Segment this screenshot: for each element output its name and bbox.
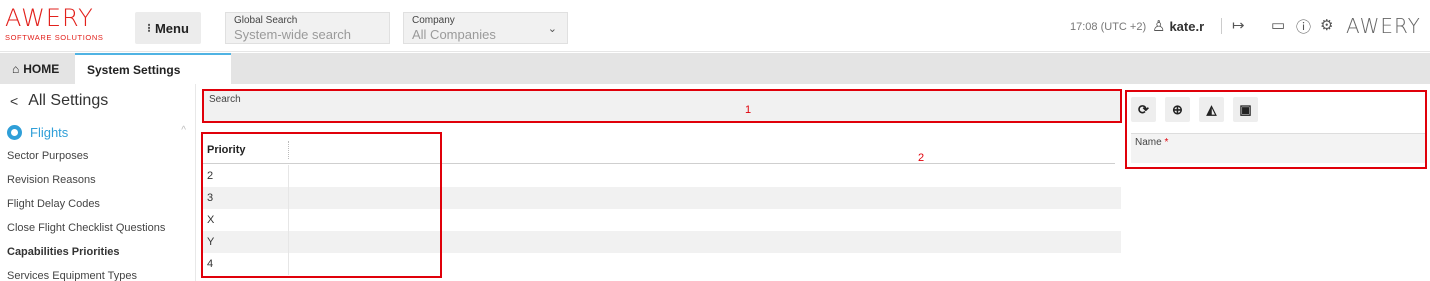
chevron-up-icon[interactable]: ^ bbox=[181, 125, 186, 136]
add-button[interactable]: ⊕ bbox=[1165, 97, 1190, 122]
annotation-box-2 bbox=[201, 132, 442, 278]
logo-subtitle: SOFTWARE SOLUTIONS bbox=[5, 33, 104, 42]
refresh-button[interactable]: ⟳ bbox=[1131, 97, 1156, 122]
eraser-icon: ◭ bbox=[1206, 101, 1217, 117]
header-divider bbox=[1221, 18, 1222, 34]
annotation-1: 1 bbox=[745, 104, 752, 116]
user-icon: ♙ bbox=[1152, 18, 1166, 35]
tab-home-label: HOME bbox=[23, 61, 60, 76]
awery-logo[interactable]: AWERY SOFTWARE SOLUTIONS bbox=[5, 6, 125, 48]
tab-system-settings-label: System Settings bbox=[87, 62, 181, 77]
name-field[interactable]: Name * bbox=[1131, 133, 1425, 163]
gear-icon[interactable]: ⚙ bbox=[1320, 16, 1333, 34]
save-button[interactable]: ▣ bbox=[1233, 97, 1258, 122]
tab-bar: ⌂ HOME System Settings bbox=[0, 53, 1430, 84]
flights-icon bbox=[7, 124, 22, 140]
logout-icon[interactable]: ↦ bbox=[1232, 16, 1245, 34]
refresh-icon: ⟳ bbox=[1138, 101, 1149, 117]
clock-time: 17:08 (UTC +2) bbox=[1070, 21, 1147, 33]
app-header: AWERY SOFTWARE SOLUTIONS ⁝ Menu Global S… bbox=[0, 0, 1430, 52]
clear-button[interactable]: ◭ bbox=[1199, 97, 1224, 122]
sidebar-group-flights[interactable]: Flights ^ bbox=[7, 122, 192, 142]
menu-button[interactable]: ⁝ Menu bbox=[135, 12, 201, 44]
sidebar-item-capabilities-priorities[interactable]: Capabilities Priorities bbox=[7, 246, 192, 258]
home-icon: ⌂ bbox=[12, 61, 20, 76]
back-to-all-settings[interactable]: < All Settings bbox=[10, 92, 108, 110]
company-select[interactable]: Company All Companies ⌄ bbox=[403, 12, 568, 44]
back-label: All Settings bbox=[28, 92, 109, 109]
username: kate.r bbox=[1169, 18, 1205, 34]
chat-icon[interactable]: ▭ bbox=[1271, 16, 1285, 34]
chevron-down-icon: ⌄ bbox=[547, 23, 557, 35]
name-label: Name * bbox=[1135, 137, 1168, 148]
group-label: Flights bbox=[30, 124, 69, 140]
sidebar-item-sector-purposes[interactable]: Sector Purposes bbox=[7, 150, 192, 162]
sidebar-item-flight-delay-codes[interactable]: Flight Delay Codes bbox=[7, 198, 192, 210]
tab-home[interactable]: ⌂ HOME bbox=[0, 53, 75, 84]
search-field[interactable]: Search bbox=[202, 89, 1122, 123]
edit-form-panel: ⟳ ⊕ ◭ ▣ Name * bbox=[1125, 90, 1427, 169]
company-value: All Companies bbox=[412, 27, 496, 42]
settings-sidebar: < All Settings Flights ^ Sector Purposes… bbox=[0, 84, 196, 281]
save-icon: ▣ bbox=[1239, 101, 1252, 117]
company-label: Company bbox=[412, 15, 455, 26]
sidebar-item-services-equipment-types[interactable]: Services Equipment Types bbox=[7, 270, 192, 281]
required-mark: * bbox=[1164, 137, 1169, 148]
name-label-text: Name bbox=[1135, 137, 1162, 148]
add-icon: ⊕ bbox=[1172, 101, 1183, 117]
sidebar-item-revision-reasons[interactable]: Revision Reasons bbox=[7, 174, 192, 186]
tab-system-settings[interactable]: System Settings bbox=[75, 53, 231, 84]
awery-logo-right: AWERY bbox=[1346, 14, 1421, 38]
chevron-left-icon: < bbox=[10, 93, 19, 109]
menu-label: Menu bbox=[154, 20, 189, 36]
search-label: Search bbox=[209, 94, 241, 105]
global-search-placeholder: System-wide search bbox=[234, 27, 352, 42]
global-search-input[interactable]: Global Search System-wide search bbox=[225, 12, 390, 44]
user-menu[interactable]: ♙ kate.r bbox=[1152, 17, 1204, 35]
global-search-label: Global Search bbox=[234, 15, 298, 26]
sidebar-item-close-flight-checklist[interactable]: Close Flight Checklist Questions bbox=[7, 222, 192, 234]
menu-dots-icon: ⁝ bbox=[147, 21, 151, 35]
logo-text: AWERY bbox=[5, 4, 94, 32]
info-icon[interactable]: ⓘ bbox=[1296, 16, 1311, 37]
